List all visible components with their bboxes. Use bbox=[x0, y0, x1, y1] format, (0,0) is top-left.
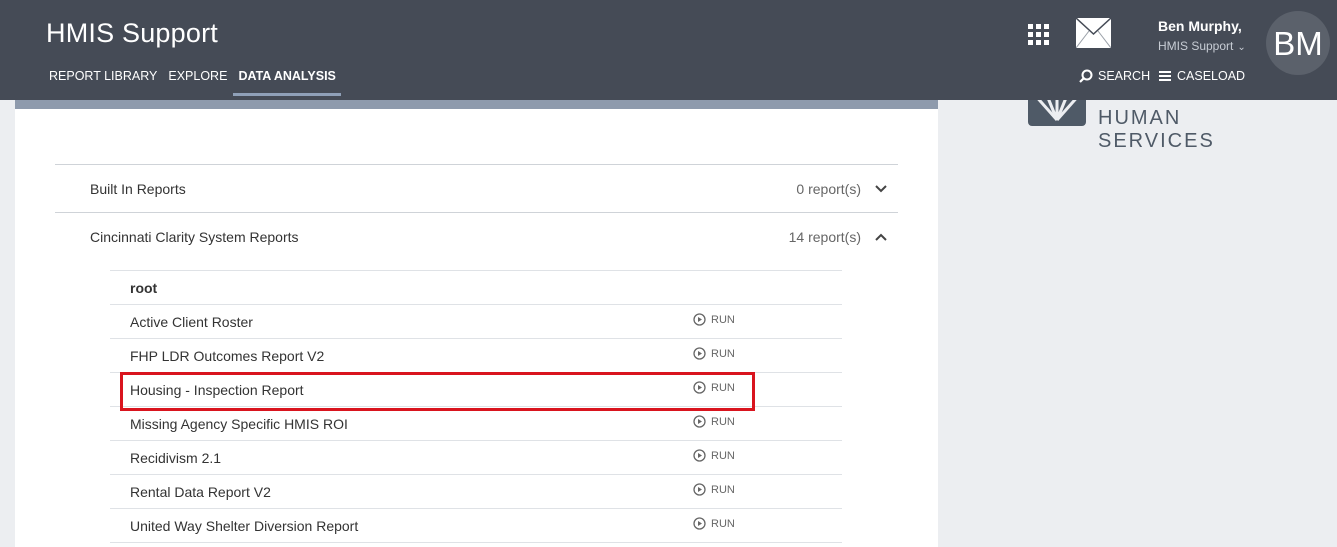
report-row[interactable]: Housing - Inspection Report RUN bbox=[110, 372, 842, 406]
reports-card: Built In Reports 0 report(s) Cincinnati … bbox=[15, 100, 938, 547]
run-label: RUN bbox=[711, 415, 735, 428]
user-name: Ben Murphy, bbox=[1158, 18, 1242, 34]
play-circle-icon bbox=[693, 347, 706, 360]
nav-explore[interactable]: EXPLORE bbox=[168, 69, 227, 96]
mail-icon[interactable] bbox=[1076, 18, 1111, 48]
report-name[interactable]: Active Client Roster bbox=[130, 314, 253, 330]
section-built-in-reports[interactable]: Built In Reports 0 report(s) bbox=[55, 164, 898, 212]
main-nav: REPORT LIBRARY EXPLORE DATA ANALYSIS bbox=[49, 69, 352, 96]
app-title: HMIS Support bbox=[46, 18, 218, 48]
run-button[interactable]: RUN bbox=[693, 517, 735, 530]
run-label: RUN bbox=[711, 313, 735, 326]
folder-name: root bbox=[130, 280, 158, 296]
caseload-button[interactable]: CASELOAD bbox=[1158, 69, 1245, 83]
chevron-up-icon[interactable] bbox=[874, 230, 888, 244]
report-name[interactable]: Housing - Inspection Report bbox=[130, 382, 304, 398]
report-row[interactable]: United Way Shelter Diversion Report RUN bbox=[110, 508, 842, 543]
run-button[interactable]: RUN bbox=[693, 483, 735, 496]
top-header: HMIS Support REPORT LIBRARY EXPLORE DATA… bbox=[0, 0, 1337, 100]
folder-row: root bbox=[110, 270, 842, 304]
search-label: SEARCH bbox=[1098, 69, 1151, 83]
chevron-down-icon[interactable] bbox=[874, 182, 888, 196]
nav-data-analysis[interactable]: DATA ANALYSIS bbox=[233, 69, 341, 96]
play-circle-icon bbox=[693, 449, 706, 462]
section-title: Cincinnati Clarity System Reports bbox=[90, 229, 299, 245]
report-row[interactable]: Rental Data Report V2 RUN bbox=[110, 474, 842, 508]
menu-icon bbox=[1159, 71, 1171, 81]
report-row[interactable]: Missing Agency Specific HMIS ROI RUN bbox=[110, 406, 842, 440]
play-circle-icon bbox=[693, 483, 706, 496]
report-row[interactable]: Active Client Roster RUN bbox=[110, 304, 842, 338]
nav-report-library[interactable]: REPORT LIBRARY bbox=[49, 69, 157, 96]
report-name[interactable]: FHP LDR Outcomes Report V2 bbox=[130, 348, 324, 364]
avatar[interactable]: BM bbox=[1266, 11, 1330, 75]
section-title: Built In Reports bbox=[90, 181, 186, 197]
run-button[interactable]: RUN bbox=[693, 415, 735, 428]
caseload-label: CASELOAD bbox=[1177, 69, 1246, 83]
search-icon bbox=[1079, 69, 1093, 83]
run-label: RUN bbox=[711, 381, 735, 394]
run-button[interactable]: RUN bbox=[693, 449, 735, 462]
agency-name: HMIS Support bbox=[1158, 39, 1234, 53]
section-cincinnati-reports[interactable]: Cincinnati Clarity System Reports 14 rep… bbox=[55, 212, 898, 260]
run-button[interactable]: RUN bbox=[693, 313, 735, 326]
report-name[interactable]: Rental Data Report V2 bbox=[130, 484, 271, 500]
chevron-down-icon: ⌄ bbox=[1237, 42, 1246, 53]
report-name[interactable]: Missing Agency Specific HMIS ROI bbox=[130, 416, 348, 432]
apps-grid-icon[interactable] bbox=[1028, 24, 1050, 46]
run-button[interactable]: RUN bbox=[693, 381, 735, 394]
play-circle-icon bbox=[693, 381, 706, 394]
section-count: 14 report(s) bbox=[788, 229, 861, 245]
play-circle-icon bbox=[693, 517, 706, 530]
play-circle-icon bbox=[693, 313, 706, 326]
card-top-bar bbox=[15, 100, 938, 109]
run-label: RUN bbox=[711, 517, 735, 530]
run-label: RUN bbox=[711, 483, 735, 496]
agency-switcher[interactable]: HMIS Support ⌄ bbox=[1158, 39, 1246, 53]
report-row[interactable]: FHP LDR Outcomes Report V2 RUN bbox=[110, 338, 842, 372]
run-label: RUN bbox=[711, 449, 735, 462]
run-button[interactable]: RUN bbox=[693, 347, 735, 360]
report-list: root Active Client Roster RUN FHP LDR Outc… bbox=[110, 270, 842, 543]
logo-text: HUMAN SERVICES bbox=[1098, 107, 1215, 152]
report-name[interactable]: Recidivism 2.1 bbox=[130, 450, 221, 466]
play-circle-icon bbox=[693, 415, 706, 428]
section-count: 0 report(s) bbox=[796, 181, 861, 197]
run-label: RUN bbox=[711, 347, 735, 360]
report-name[interactable]: United Way Shelter Diversion Report bbox=[130, 518, 358, 534]
search-button[interactable]: SEARCH bbox=[1079, 69, 1150, 83]
report-row[interactable]: Recidivism 2.1 RUN bbox=[110, 440, 842, 474]
